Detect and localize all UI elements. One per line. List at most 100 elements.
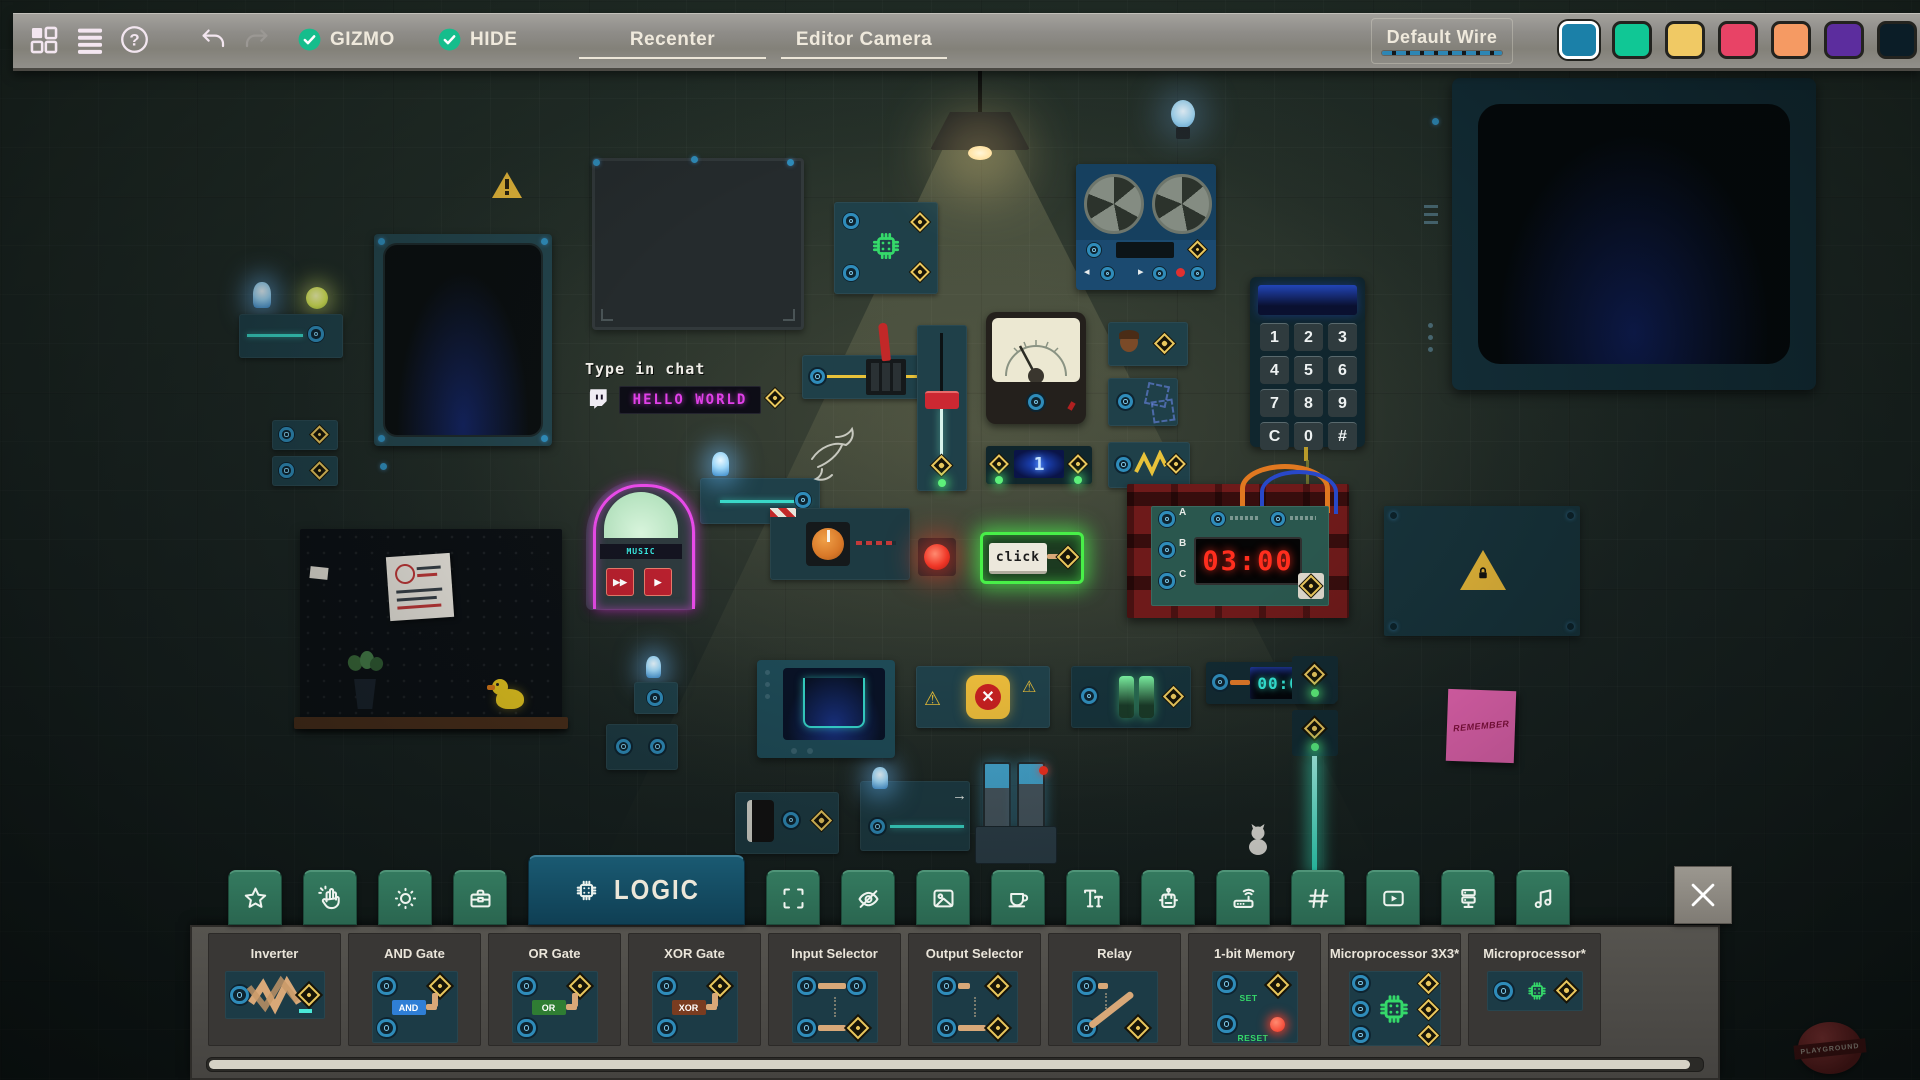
keypad-key-C[interactable]: C	[1260, 422, 1289, 450]
number-display[interactable]: 1	[986, 446, 1092, 484]
help-icon[interactable]: ?	[119, 24, 150, 55]
input-node[interactable]	[1079, 686, 1099, 706]
undo-icon[interactable]	[198, 25, 228, 55]
input-node[interactable]	[1492, 980, 1515, 1002]
tab-video[interactable]	[1366, 870, 1420, 925]
wire-color-swatch[interactable]	[1612, 20, 1652, 59]
poster[interactable]	[385, 552, 455, 622]
input-node[interactable]	[1210, 511, 1226, 527]
sticky-note[interactable]: REMEMBER	[1445, 688, 1517, 764]
tab-images[interactable]	[916, 870, 970, 925]
input-node[interactable]	[795, 1017, 818, 1039]
node-board[interactable]	[606, 724, 678, 770]
rubber-duck[interactable]	[487, 679, 526, 709]
blue-bulb-lamp[interactable]	[1168, 100, 1198, 144]
input-node[interactable]	[1350, 999, 1371, 1019]
keypad-key-2[interactable]: 2	[1294, 323, 1323, 351]
palette-item-and-gate[interactable]: AND Gate AND	[348, 933, 481, 1046]
hide-toggle[interactable]: HIDE	[437, 14, 517, 65]
keypad-key-0[interactable]: 0	[1294, 422, 1323, 450]
input-node[interactable]	[1270, 511, 1286, 527]
grid-menu-icon[interactable]	[27, 23, 61, 57]
output-node[interactable]	[1152, 331, 1177, 356]
input-node[interactable]	[614, 737, 633, 756]
list-menu-icon[interactable]	[73, 23, 107, 57]
emitter-node[interactable]	[1292, 710, 1338, 756]
alert-gadget[interactable]: ⚠ ✕ ⚠	[916, 666, 1050, 728]
wire-color-swatch[interactable]	[1771, 20, 1811, 59]
input-node[interactable]	[868, 817, 887, 836]
rotary-switch-board[interactable]	[770, 508, 910, 580]
input-node[interactable]	[808, 367, 827, 386]
analog-gauge[interactable]	[986, 312, 1086, 424]
chat-sign[interactable]: Type in chat HELLO WORLD	[585, 360, 787, 420]
output-node[interactable]	[1301, 661, 1328, 688]
input-node[interactable]	[794, 491, 812, 509]
output-node[interactable]	[1415, 997, 1441, 1022]
output-node[interactable]	[705, 971, 734, 1001]
red-glow-button[interactable]	[918, 538, 956, 576]
input-node[interactable]	[1190, 266, 1205, 281]
output-node[interactable]	[983, 971, 1012, 1001]
keypad-key-6[interactable]: 6	[1328, 356, 1357, 384]
input-node[interactable]	[655, 975, 678, 997]
tab-robots[interactable]	[1141, 870, 1195, 925]
led-button-module[interactable]	[239, 282, 359, 362]
node-board[interactable]	[272, 420, 338, 450]
palette-item-output-selector[interactable]: Output Selector	[908, 933, 1041, 1046]
tab-selection[interactable]	[766, 870, 820, 925]
input-node[interactable]	[375, 1017, 398, 1039]
scrollbar-thumb[interactable]	[209, 1060, 1691, 1069]
input-node[interactable]	[278, 426, 295, 443]
tab-music[interactable]	[1516, 870, 1570, 925]
output-node[interactable]	[983, 1013, 1012, 1043]
output-node[interactable]	[1186, 238, 1209, 261]
output-node[interactable]	[987, 452, 1011, 476]
palette-item-microprocessor-[interactable]: Microprocessor*	[1468, 933, 1601, 1046]
keypad-key-9[interactable]: 9	[1328, 389, 1357, 417]
keypad-key-3[interactable]: 3	[1328, 323, 1357, 351]
palette-item-1-bit-memory[interactable]: 1-bit Memory SET RESET	[1188, 933, 1321, 1046]
dice-gadget[interactable]	[1108, 378, 1178, 426]
recenter-button[interactable]: Recenter	[579, 14, 766, 65]
led-pump-board[interactable]: →	[860, 767, 970, 851]
close-palette-button[interactable]	[1674, 866, 1732, 924]
input-node[interactable]	[1215, 973, 1238, 995]
emitter-node[interactable]	[1292, 656, 1338, 702]
redo-icon[interactable]	[242, 25, 272, 55]
input-node[interactable]	[1158, 572, 1176, 590]
input-node[interactable]	[1100, 266, 1115, 281]
palette-item-microprocessor-3x3-[interactable]: Microprocessor 3X3*	[1328, 933, 1461, 1048]
output-node[interactable]	[1263, 970, 1292, 1000]
click-keycap[interactable]: click	[989, 543, 1047, 574]
output-node[interactable]	[1415, 1023, 1441, 1048]
hanging-lamp[interactable]	[930, 60, 1030, 160]
input-node[interactable]	[655, 1017, 678, 1039]
output-node[interactable]	[809, 808, 834, 833]
output-node[interactable]	[1123, 1013, 1152, 1043]
input-node[interactable]	[1152, 266, 1167, 281]
slider-gadget[interactable]	[917, 325, 967, 491]
input-node[interactable]	[935, 1017, 958, 1039]
keypad-gadget[interactable]: 1 2 3 4 5 6 7 8 9 C 0 #	[1250, 277, 1365, 461]
cat-figurine[interactable]	[1240, 820, 1276, 856]
output-node[interactable]	[308, 423, 331, 446]
capacitor-gadget[interactable]	[735, 792, 839, 854]
output-node[interactable]	[1415, 971, 1441, 996]
input-node[interactable]	[795, 975, 818, 997]
oscilloscope[interactable]	[757, 660, 895, 758]
jukebox-button[interactable]: ▶▶	[606, 568, 634, 596]
input-node[interactable]	[648, 737, 667, 756]
tab-interact[interactable]	[303, 870, 357, 925]
input-node[interactable]	[646, 689, 664, 707]
palette-item-relay[interactable]: Relay	[1048, 933, 1181, 1046]
tab-props[interactable]	[991, 870, 1045, 925]
wire-color-swatch[interactable]	[1824, 20, 1864, 59]
pulse-gadget[interactable]	[1108, 442, 1190, 488]
wire-color-swatch[interactable]	[1665, 20, 1705, 59]
output-node[interactable]	[908, 210, 932, 234]
node-board[interactable]	[272, 456, 338, 486]
input-node[interactable]	[1114, 455, 1133, 474]
output-node[interactable]	[908, 260, 932, 284]
slider-handle[interactable]	[925, 391, 959, 409]
